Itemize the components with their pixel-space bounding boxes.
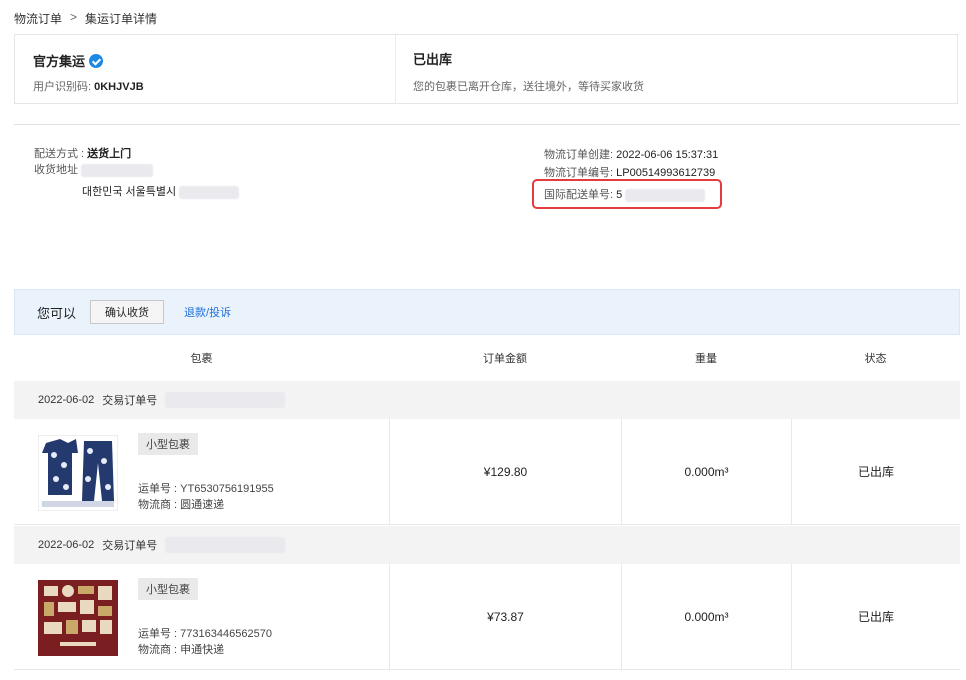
carrier-name: 物流商 : 圆通速递 [138,499,225,511]
redacted-trade-no [165,392,286,408]
product-thumbnail-stickers[interactable] [38,580,118,656]
weight-cell: 0.000m³ [621,419,791,524]
tracking-number: 运单号 : YT6530756191955 [138,483,274,495]
group-date: 2022-06-02 [38,394,95,406]
redacted-trade-no [165,537,286,553]
header-amount: 订单金额 [483,353,527,365]
breadcrumb-parent-link[interactable]: 物流订单 [14,10,62,27]
breadcrumb: 物流订单 > 集运订单详情 [14,10,157,27]
table-row: 小型包裹 运单号 : YT6530756191955 物流商 : 圆通速递 ¥1… [14,419,960,525]
address-line-2-text: 대한민국 서울특별시 [82,186,177,198]
package-info: 运单号 : YT6530756191955 物流商 : 圆通速递 [138,481,274,513]
group-date: 2022-06-02 [38,539,95,551]
address-line-2: 대한민국 서울특별시 [82,184,240,200]
redacted-address-blur-2 [179,185,240,199]
amount-cell: ¥129.80 [389,419,621,524]
confirm-receipt-button[interactable]: 确认收货 [90,300,165,324]
service-info: 官方集运 用户识别码: 0KHJVJB [33,51,144,94]
table-row: 小型包裹 运单号 : 773163446562570 物流商 : 申通快递 ¥7… [14,564,960,670]
address-line-1: 收货地址 [34,162,239,178]
header-weight: 重量 [695,353,717,365]
address-label: 收货地址 [34,164,78,176]
verified-badge-icon [89,53,104,68]
tracking-number: 运单号 : 773163446562570 [138,628,272,640]
package-size-tag: 小型包裹 [138,578,198,600]
package-cell: 小型包裹 运单号 : YT6530756191955 物流商 : 圆通速递 [14,419,389,524]
user-code: 用户识别码: 0KHJVJB [33,78,144,94]
group-header: 2022-06-02 交易订单号 [14,526,960,564]
service-title: 官方集运 [33,51,144,70]
refund-complaint-link[interactable]: 退款/投诉 [184,304,231,320]
delivery-method-label: 配送方式 : [34,148,88,160]
user-code-label: 用户识别码: [33,81,95,93]
service-title-text: 官方集运 [33,54,86,69]
carrier-name: 物流商 : 申通快递 [138,644,225,656]
created-value: 2022-06-06 15:37:31 [616,149,719,161]
created-label: 物流订单创建: [544,149,617,161]
summary-divider [395,35,396,103]
delivery-method-value: 送货上门 [87,148,132,160]
delivery-method: 配送方式 : 送货上门 [34,146,239,162]
amount-cell: ¥73.87 [389,564,621,669]
package-cell: 小型包裹 运单号 : 773163446562570 物流商 : 申通快递 [14,564,389,669]
package-size-tag: 小型包裹 [138,433,198,455]
status-cell: 已出库 [791,564,960,669]
table-header: 包裹 订单金额 重量 状态 [14,335,960,381]
status-info: 已出库 您的包裹已离开仓库，送往境外，等待买家收货 [413,49,644,94]
order-no-value: LP00514993612739 [616,167,716,179]
user-code-value: 0KHJVJB [94,81,144,93]
breadcrumb-separator: > [70,10,78,24]
redacted-address-blur [81,163,154,177]
group-header: 2022-06-02 交易订单号 [14,381,960,419]
package-info: 运单号 : 773163446562570 物流商 : 申通快递 [138,626,272,658]
order-status-desc: 您的包裹已离开仓库，送往境外，等待买家收货 [413,81,644,93]
weight-cell: 0.000m³ [621,564,791,669]
header-package: 包裹 [190,353,213,365]
shipping-address-block: 配送方式 : 送货上门 收货地址 대한민국 서울특별시 [34,146,240,200]
breadcrumb-current: 集运订单详情 [85,12,158,26]
product-thumbnail-pajamas[interactable] [38,435,118,511]
section-divider [14,124,960,125]
action-bar: 您可以 确认收货 退款/投诉 [14,289,960,335]
header-status: 状态 [864,353,887,365]
action-label: 您可以 [37,305,77,321]
order-no-label: 物流订单编号: [544,167,617,179]
order-summary-box: 官方集运 用户识别码: 0KHJVJB 已出库 您的包裹已离开仓库，送往境外，等… [14,34,958,104]
highlight-frame [532,179,722,209]
trade-order-label: 交易订单号 [102,395,158,407]
order-status-title: 已出库 [413,52,453,67]
trade-order-label: 交易订单号 [102,540,158,552]
status-cell: 已出库 [791,419,960,524]
created-time: 物流订单创建: 2022-06-06 15:37:31 [544,146,718,164]
